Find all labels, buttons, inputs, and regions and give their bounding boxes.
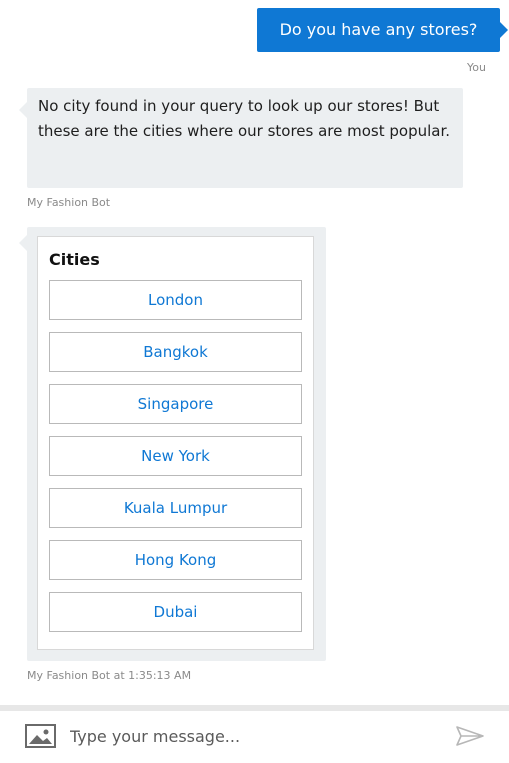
- message-input-bar: [0, 705, 509, 763]
- city-button-singapore[interactable]: Singapore: [49, 384, 302, 424]
- city-button-dubai[interactable]: Dubai: [49, 592, 302, 632]
- city-button-kuala-lumpur[interactable]: Kuala Lumpur: [49, 488, 302, 528]
- send-icon[interactable]: [455, 725, 485, 747]
- chat-transcript: Do you have any stores? You No city foun…: [0, 0, 509, 705]
- city-button-london[interactable]: London: [49, 280, 302, 320]
- user-message: Do you have any stores?: [257, 8, 508, 52]
- city-button-bangkok[interactable]: Bangkok: [49, 332, 302, 372]
- user-message-sender: You: [467, 61, 486, 74]
- message-input[interactable]: [70, 721, 430, 751]
- bot-message-sender: My Fashion Bot: [27, 196, 111, 209]
- bot-message: No city found in your query to look up o…: [19, 88, 463, 188]
- city-button-hong-kong[interactable]: Hong Kong: [49, 540, 302, 580]
- cities-card-container: Cities London Bangkok Singapore New York…: [19, 227, 326, 661]
- card-title: Cities: [49, 250, 100, 269]
- card-timestamp: My Fashion Bot at 1:35:13 AM: [27, 669, 192, 682]
- city-button-new-york[interactable]: New York: [49, 436, 302, 476]
- cities-card: Cities London Bangkok Singapore New York…: [37, 236, 314, 650]
- image-icon[interactable]: [25, 724, 56, 748]
